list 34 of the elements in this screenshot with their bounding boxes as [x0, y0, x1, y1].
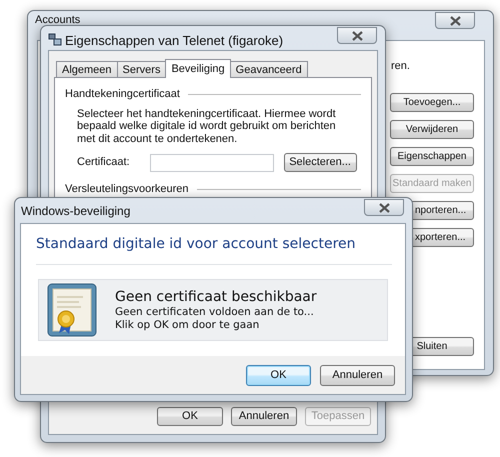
close-button[interactable] [364, 199, 404, 216]
window-title: Windows-beveiliging [21, 203, 130, 220]
group-title: Handtekeningcertificaat [65, 87, 180, 102]
option-text: Klik op OK om door te gaan [115, 318, 260, 332]
tab[interactable]: Geavanceerd [230, 61, 308, 77]
dialog-button[interactable]: Annuleren [320, 364, 395, 386]
tab[interactable]: Beveiliging [165, 59, 231, 78]
account-action-button[interactable]: Verwijderen [390, 120, 474, 139]
description-text: Selecteer het handtekeningcertificaat. Hiermee wordt bepaald welke digitale id wordt gebruikt om berichten met dit account te ondertekenen. [77, 108, 337, 145]
option-text: Geen certificaten voldoen aan de to... [115, 306, 315, 318]
certificate-field[interactable] [150, 154, 274, 172]
account-icon [48, 32, 62, 46]
dialog-heading: Standaard digitale id voor account selecteren [35, 235, 357, 254]
certificate-option[interactable]: Geen certificaat beschikbaar Geen certificaten voldoen aan de to... Klik op OK om door te gaan [38, 279, 388, 341]
close-icon [352, 30, 362, 40]
text-fragment: ren. [391, 59, 410, 74]
window-title: Accounts [35, 13, 80, 28]
tab[interactable]: Algemeen [56, 61, 118, 77]
tab[interactable]: Servers [116, 61, 166, 77]
close-icon [450, 16, 460, 26]
account-action-button[interactable]: Eigenschappen [390, 147, 474, 166]
field-label: Certificaat: [77, 155, 130, 170]
certificate-icon [47, 283, 97, 337]
dialog-button[interactable]: OK [246, 364, 311, 386]
group-title: Versleutelingsvoorkeuren [65, 182, 189, 197]
dialog-button[interactable]: Annuleren [231, 407, 297, 426]
close-icon [378, 202, 390, 212]
option-title: Geen certificaat beschikbaar [115, 288, 317, 306]
close-button[interactable] [337, 27, 377, 44]
dialog-button[interactable]: OK [157, 407, 223, 426]
account-action-button[interactable]: Toevoegen... [390, 93, 474, 112]
window-title: Eigenschappen van Telenet (figaroke) [65, 32, 284, 50]
close-button[interactable] [435, 12, 475, 29]
select-button[interactable]: Selecteren... [284, 153, 357, 172]
